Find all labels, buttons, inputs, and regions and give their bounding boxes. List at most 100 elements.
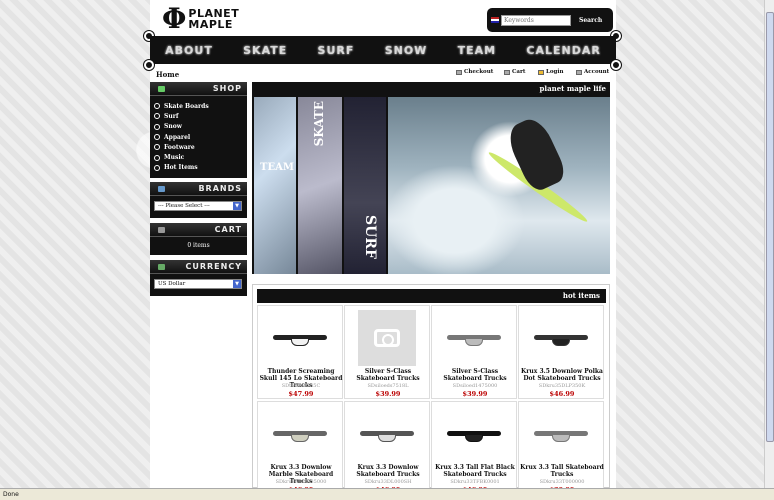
camera-icon: [358, 310, 416, 366]
surf-panel[interactable]: SURF: [344, 97, 386, 274]
shop-item-label: Hot Items: [164, 164, 198, 172]
product-image[interactable]: [262, 406, 338, 462]
status-bar: Done: [0, 488, 774, 500]
currency-header: CURRENCY: [150, 260, 247, 274]
product-card[interactable]: Krux 3.3 Tall Flat Black Skateboard Truc…: [431, 401, 517, 495]
shop-title: SHOP: [212, 84, 242, 93]
product-price: $39.99: [375, 390, 401, 398]
shop-item-snow[interactable]: Snow: [154, 122, 243, 132]
product-card[interactable]: Krux 3.5 Downlow Polka Dot Skateboard Tr…: [518, 305, 604, 399]
skateboard-truck-icon: [273, 331, 327, 346]
top-links: Home Checkout Cart Login Account: [150, 66, 616, 80]
shop-item-label: Footware: [164, 143, 195, 151]
product-image[interactable]: [436, 406, 512, 462]
account-link[interactable]: Account: [576, 69, 609, 75]
chevron-down-icon: ▼: [233, 202, 241, 210]
team-panel[interactable]: TEAM: [254, 97, 296, 274]
skate-panel[interactable]: SKATE: [298, 97, 342, 274]
account-icon: [576, 69, 582, 75]
product-image[interactable]: [349, 406, 425, 462]
product-name[interactable]: Silver S-Class Skateboard Trucks: [433, 368, 517, 382]
shop-item-skate-boards[interactable]: Skate Boards: [154, 101, 243, 111]
nav-surf[interactable]: SURF: [318, 44, 355, 57]
currency-title: CURRENCY: [185, 262, 242, 271]
product-sku: SDkru35DLP350K: [538, 383, 586, 389]
skateboard-truck-icon: [360, 427, 414, 442]
search-button[interactable]: Search: [579, 17, 602, 24]
product-image[interactable]: [523, 406, 599, 462]
product-card[interactable]: Silver S-Class Skateboard Trucks SDsiloed…: [431, 305, 517, 399]
skateboard-truck-icon: [273, 427, 327, 442]
brands-select[interactable]: --- Please Select --- ▼: [154, 201, 242, 211]
shop-item-apparel[interactable]: Apparel: [154, 132, 243, 142]
brands-box: BRANDS --- Please Select --- ▼: [150, 182, 247, 218]
brands-title: BRANDS: [198, 184, 242, 193]
product-sku: SDthu0e0145C: [281, 383, 321, 389]
product-sku: SDkru33TFBK0001: [450, 479, 500, 485]
login-link[interactable]: Login: [538, 69, 563, 75]
brands-select-value: --- Please Select ---: [158, 203, 210, 209]
nav-snow[interactable]: SNOW: [385, 44, 428, 57]
skateboard-truck-icon: [447, 427, 501, 442]
chevron-down-icon: ▼: [233, 280, 241, 288]
product-image[interactable]: [349, 310, 425, 366]
brands-header: BRANDS: [150, 182, 247, 196]
shop-list: Skate Boards Surf Snow Apparel Footware …: [150, 96, 247, 178]
product-sku: SDkru33T000000: [539, 479, 585, 485]
checkout-link[interactable]: Checkout: [456, 69, 493, 75]
nav-skate[interactable]: SKATE: [243, 44, 287, 57]
product-image[interactable]: [436, 310, 512, 366]
product-sku: SDkru33DLM35000: [275, 479, 327, 485]
product-name[interactable]: Krux 3.3 Tall Flat Black Skateboard Truc…: [433, 464, 517, 478]
shop-item-music[interactable]: Music: [154, 152, 243, 162]
product-name[interactable]: Krux 3.5 Downlow Polka Dot Skateboard Tr…: [520, 368, 604, 382]
cart-box-icon: [158, 227, 165, 233]
shop-icon: [158, 86, 165, 92]
checkout-label: Checkout: [464, 69, 494, 75]
shop-item-hot-items[interactable]: Hot Items: [154, 163, 243, 173]
surfer-image: [503, 113, 569, 195]
nav-calendar[interactable]: CALENDAR: [526, 44, 600, 57]
product-image[interactable]: [523, 310, 599, 366]
product-price: $39.99: [462, 390, 488, 398]
shop-item-footware[interactable]: Footware: [154, 142, 243, 152]
skateboard-truck-icon: [534, 427, 588, 442]
product-card[interactable]: Krux 3.3 Downlow Marble Skateboard Truck…: [257, 401, 343, 495]
nav-about[interactable]: ABOUT: [165, 44, 213, 57]
currency-select-value: US Dollar: [158, 281, 186, 287]
currency-select-wrap: US Dollar ▼: [150, 274, 247, 294]
cart-header: CART: [150, 223, 247, 237]
bullet-icon: [154, 154, 160, 161]
product-card[interactable]: Krux 3.3 Downlow Skateboard Trucks SDkru3…: [344, 401, 430, 495]
cart-link[interactable]: Cart: [504, 69, 525, 75]
cart-count[interactable]: 0 items: [150, 237, 247, 255]
us-flag-icon[interactable]: [491, 17, 499, 23]
product-sku: SDsiloeds7518L: [367, 383, 409, 389]
bullet-icon: [154, 113, 160, 120]
skateboard-truck-icon: [447, 331, 501, 346]
breadcrumb-home[interactable]: Home: [156, 70, 179, 79]
nav-team[interactable]: TEAM: [458, 44, 496, 57]
checkout-icon: [456, 69, 462, 75]
currency-select[interactable]: US Dollar ▼: [154, 279, 242, 289]
main-nav: ABOUT SKATE SURF SNOW TEAM CALENDAR: [150, 36, 616, 64]
banner-title: planet maple life: [539, 84, 606, 93]
product-name[interactable]: Krux 3.3 Downlow Skateboard Trucks: [346, 464, 430, 478]
bullet-icon: [154, 123, 160, 130]
currency-box: CURRENCY US Dollar ▼: [150, 260, 247, 296]
product-name[interactable]: Krux 3.3 Tall Skateboard Trucks: [520, 464, 604, 478]
shop-item-surf[interactable]: Surf: [154, 111, 243, 121]
product-name[interactable]: Silver S-Class Skateboard Trucks: [346, 368, 430, 382]
product-price: $47.99: [288, 390, 314, 398]
product-card[interactable]: Silver S-Class Skateboard Trucks SDsiloed…: [344, 305, 430, 399]
product-price: $46.99: [549, 390, 575, 398]
product-card[interactable]: Krux 3.3 Tall Skateboard Trucks SDkru33T0…: [518, 401, 604, 495]
search-input[interactable]: [501, 14, 571, 26]
vertical-scrollbar[interactable]: [764, 0, 774, 488]
hero-banner[interactable]: planet maple life TEAM SKATE SURF: [252, 82, 610, 274]
scrollbar-thumb[interactable]: [766, 12, 774, 442]
product-card[interactable]: Thunder Screaming Skull 145 Lo Skateboar…: [257, 305, 343, 399]
site-logo[interactable]: Φ PLANET MAPLE: [162, 5, 239, 33]
product-image[interactable]: [262, 310, 338, 366]
cart-title: CART: [214, 225, 242, 234]
